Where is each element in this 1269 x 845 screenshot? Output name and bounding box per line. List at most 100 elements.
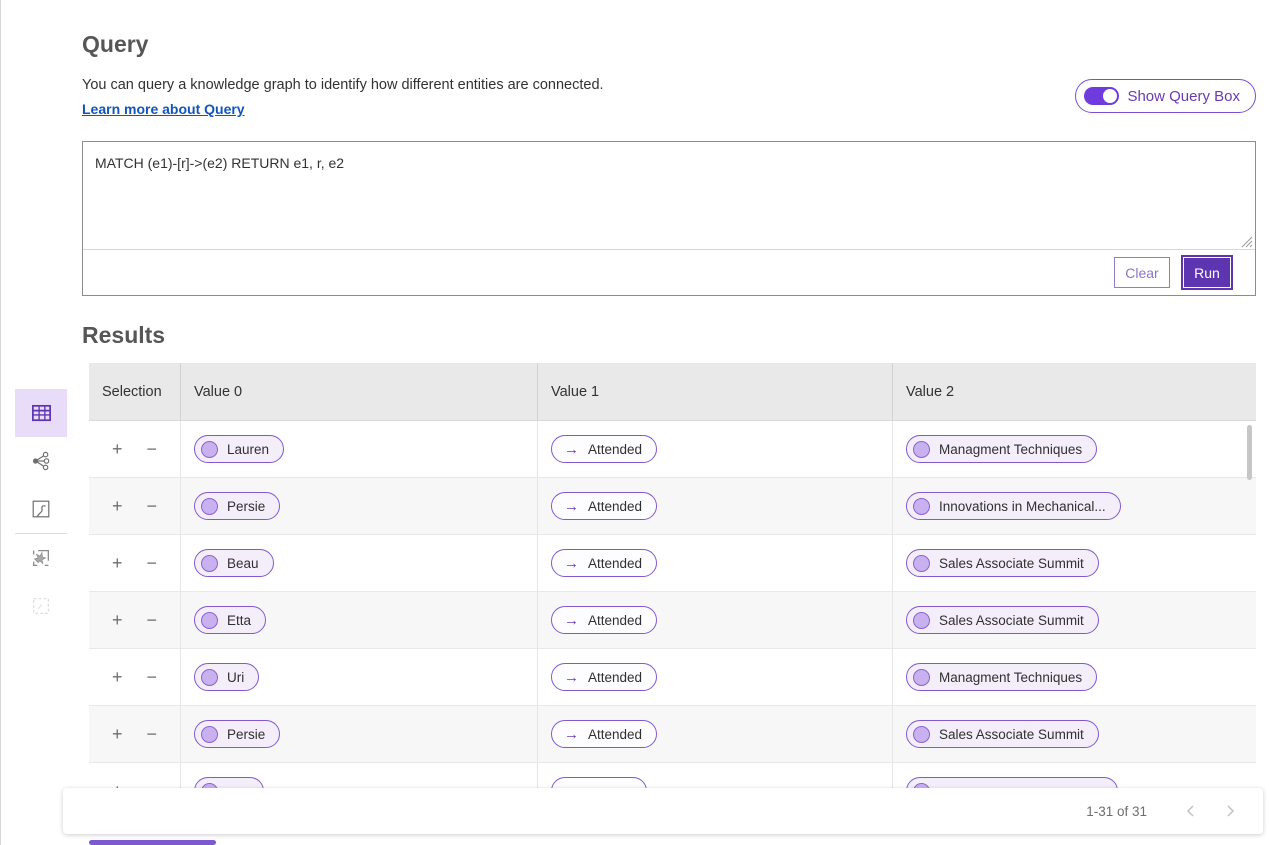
entity-pill[interactable]: Persie bbox=[194, 492, 280, 520]
sidebar-item-add-to-link-chart[interactable] bbox=[15, 534, 67, 582]
table-icon bbox=[30, 402, 53, 425]
value0-cell: Beau bbox=[181, 535, 538, 591]
value1-cell: → Attended bbox=[538, 478, 893, 534]
entity-label: Uri bbox=[227, 670, 244, 685]
arrow-right-icon: → bbox=[564, 556, 579, 571]
selection-cell: + − bbox=[89, 649, 181, 705]
entity-pill[interactable]: Etta bbox=[194, 606, 266, 634]
sidebar-item-link-chart-view[interactable] bbox=[15, 437, 67, 485]
entity-label: Persie bbox=[227, 499, 265, 514]
entity-label: Etta bbox=[227, 613, 251, 628]
entity-label: Sales Associate Summit bbox=[939, 613, 1084, 628]
relationship-label: Attended bbox=[588, 670, 642, 685]
remove-from-selection-button[interactable]: − bbox=[147, 668, 158, 686]
entity-icon bbox=[913, 612, 930, 629]
selection-cell: + − bbox=[89, 592, 181, 648]
relationship-pill[interactable]: → Attended bbox=[551, 720, 657, 748]
query-box: MATCH (e1)-[r]->(e2) RETURN e1, r, e2 Cl… bbox=[82, 141, 1256, 296]
add-to-selection-button[interactable]: + bbox=[112, 611, 123, 629]
value1-cell: → Attended bbox=[538, 649, 893, 705]
learn-more-link[interactable]: Learn more about Query bbox=[82, 101, 245, 117]
clear-button[interactable]: Clear bbox=[1114, 257, 1170, 288]
pagination-range: 1-31 of 31 bbox=[1086, 804, 1147, 819]
arrow-right-icon: → bbox=[564, 499, 579, 514]
column-header-value1: Value 1 bbox=[538, 363, 893, 420]
results-table: Selection Value 0 Value 1 Value 2 + − La… bbox=[89, 363, 1256, 820]
entity-icon bbox=[201, 441, 218, 458]
entity-pill[interactable]: Beau bbox=[194, 549, 274, 577]
show-query-box-toggle[interactable]: Show Query Box bbox=[1075, 79, 1256, 113]
entity-pill[interactable]: Sales Associate Summit bbox=[906, 606, 1099, 634]
page-title: Query bbox=[82, 31, 148, 58]
add-to-selection-button[interactable]: + bbox=[112, 497, 123, 515]
relationship-pill[interactable]: → Attended bbox=[551, 663, 657, 691]
entity-pill[interactable]: Uri bbox=[194, 663, 259, 691]
query-button-bar: Clear Run bbox=[83, 249, 1255, 295]
entity-icon bbox=[913, 726, 930, 743]
table-row: + − Uri → Attended Managment Techniques bbox=[89, 649, 1256, 706]
entity-pill[interactable]: Sales Associate Summit bbox=[906, 549, 1099, 577]
arrow-right-icon: → bbox=[564, 670, 579, 685]
table-row: + − Persie → Attended Sales Associate Su… bbox=[89, 706, 1256, 763]
results-title: Results bbox=[82, 322, 165, 349]
column-header-selection: Selection bbox=[89, 363, 181, 420]
horizontal-scrollbar-thumb[interactable] bbox=[89, 840, 216, 845]
run-button[interactable]: Run bbox=[1183, 257, 1231, 288]
remove-from-selection-button[interactable]: − bbox=[147, 497, 158, 515]
entity-icon bbox=[913, 441, 930, 458]
chevron-right-icon bbox=[1225, 804, 1236, 818]
remove-from-selection-button[interactable]: − bbox=[147, 440, 158, 458]
previous-page-button[interactable] bbox=[1177, 798, 1203, 824]
add-to-link-chart-icon bbox=[30, 547, 52, 569]
table-row: + − Beau → Attended Sales Associate Summ… bbox=[89, 535, 1256, 592]
arrow-right-icon: → bbox=[564, 613, 579, 628]
entity-icon bbox=[201, 498, 218, 515]
selection-cell: + − bbox=[89, 706, 181, 762]
vertical-scrollbar-thumb[interactable] bbox=[1247, 425, 1252, 480]
add-to-selection-button[interactable]: + bbox=[112, 725, 123, 743]
relationship-pill[interactable]: → Attended bbox=[551, 549, 657, 577]
relationship-pill[interactable]: → Attended bbox=[551, 492, 657, 520]
entity-label: Sales Associate Summit bbox=[939, 556, 1084, 571]
entity-label: Lauren bbox=[227, 442, 269, 457]
remove-from-selection-button[interactable]: − bbox=[147, 611, 158, 629]
remove-from-selection-button[interactable]: − bbox=[147, 725, 158, 743]
table-row: + − Persie → Attended Innovations in Mec… bbox=[89, 478, 1256, 535]
entity-pill[interactable]: Managment Techniques bbox=[906, 663, 1097, 691]
value1-cell: → Attended bbox=[538, 592, 893, 648]
entity-label: Innovations in Mechanical... bbox=[939, 499, 1106, 514]
add-to-map-icon bbox=[30, 595, 52, 617]
relationship-pill[interactable]: → Attended bbox=[551, 435, 657, 463]
link-chart-icon bbox=[30, 450, 52, 472]
selection-cell: + − bbox=[89, 421, 181, 477]
add-to-selection-button[interactable]: + bbox=[112, 554, 123, 572]
entity-pill[interactable]: Sales Associate Summit bbox=[906, 720, 1099, 748]
results-view-sidebar bbox=[15, 389, 67, 630]
value2-cell: Sales Associate Summit bbox=[893, 592, 1256, 648]
table-row: + − Lauren → Attended Managment Techniqu… bbox=[89, 421, 1256, 478]
resize-handle-icon[interactable] bbox=[1241, 236, 1253, 248]
query-page: Query You can query a knowledge graph to… bbox=[0, 0, 1269, 845]
add-to-selection-button[interactable]: + bbox=[112, 668, 123, 686]
value1-cell: → Attended bbox=[538, 421, 893, 477]
entity-icon bbox=[201, 612, 218, 629]
sidebar-item-table-view[interactable] bbox=[15, 389, 67, 437]
table-header-row: Selection Value 0 Value 1 Value 2 bbox=[89, 363, 1256, 421]
add-to-selection-button[interactable]: + bbox=[112, 440, 123, 458]
relationship-pill[interactable]: → Attended bbox=[551, 606, 657, 634]
next-page-button[interactable] bbox=[1217, 798, 1243, 824]
entity-pill[interactable]: Managment Techniques bbox=[906, 435, 1097, 463]
entity-label: Managment Techniques bbox=[939, 442, 1082, 457]
remove-from-selection-button[interactable]: − bbox=[147, 554, 158, 572]
entity-pill[interactable]: Innovations in Mechanical... bbox=[906, 492, 1121, 520]
value1-cell: → Attended bbox=[538, 706, 893, 762]
value2-cell: Managment Techniques bbox=[893, 421, 1256, 477]
entity-pill[interactable]: Persie bbox=[194, 720, 280, 748]
entity-label: Beau bbox=[227, 556, 259, 571]
value2-cell: Managment Techniques bbox=[893, 649, 1256, 705]
query-input[interactable]: MATCH (e1)-[r]->(e2) RETURN e1, r, e2 bbox=[83, 142, 1255, 250]
entity-label: Persie bbox=[227, 727, 265, 742]
sidebar-item-map-view[interactable] bbox=[15, 485, 67, 533]
entity-icon bbox=[201, 555, 218, 572]
entity-pill[interactable]: Lauren bbox=[194, 435, 284, 463]
